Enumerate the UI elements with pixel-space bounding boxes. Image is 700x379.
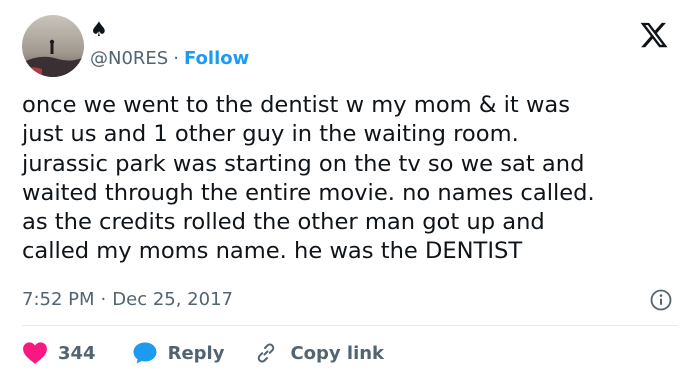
- tweet-text-line: waited through the entire movie. no name…: [22, 179, 595, 206]
- tweet-text-line: as the credits rolled the other man got …: [22, 209, 545, 236]
- avatar[interactable]: [22, 15, 84, 77]
- follow-button[interactable]: Follow: [184, 47, 249, 71]
- tweet-text: once we went to the dentist w my mom & i…: [22, 91, 690, 267]
- copy-link-label: Copy link: [290, 342, 385, 364]
- tweet-text-line: just us and 1 other guy in the waiting r…: [22, 121, 519, 148]
- timestamp-separator: ·: [100, 289, 107, 310]
- reply-button[interactable]: Reply: [132, 341, 225, 365]
- divider: [22, 325, 678, 326]
- handle-separator: ·: [173, 48, 179, 69]
- like-button[interactable]: 344: [22, 341, 96, 365]
- user-handle[interactable]: @N0RES: [90, 47, 168, 71]
- heart-icon: [22, 341, 48, 365]
- tweet-text-line: called my moms name. he was the DENTIST: [22, 238, 523, 265]
- display-name-row: ♠: [90, 16, 108, 42]
- speech-bubble-icon: [132, 341, 158, 365]
- action-bar: 344 Reply Copy link: [22, 338, 384, 368]
- tweet-text-line: jurassic park was starting on the tv so …: [22, 150, 585, 177]
- link-icon: [254, 341, 278, 365]
- tweet-time: 7:52 PM: [22, 289, 95, 310]
- x-logo-icon[interactable]: [637, 20, 671, 50]
- like-count: 344: [58, 342, 96, 364]
- avatar-image: [22, 15, 84, 77]
- display-name[interactable]: ♠: [90, 16, 108, 42]
- tweet-text-line: once we went to the dentist w my mom & i…: [22, 92, 571, 118]
- reply-label: Reply: [167, 342, 225, 364]
- tweet-date: Dec 25, 2017: [112, 289, 233, 310]
- handle-row: @N0RES · Follow: [90, 47, 249, 71]
- tweet-card: ♠ @N0RES · Follow once we went to the de…: [0, 0, 700, 379]
- tweet-timestamp[interactable]: 7:52 PM · Dec 25, 2017: [22, 287, 233, 313]
- copy-link-button[interactable]: Copy link: [254, 341, 384, 365]
- info-icon[interactable]: [650, 289, 672, 311]
